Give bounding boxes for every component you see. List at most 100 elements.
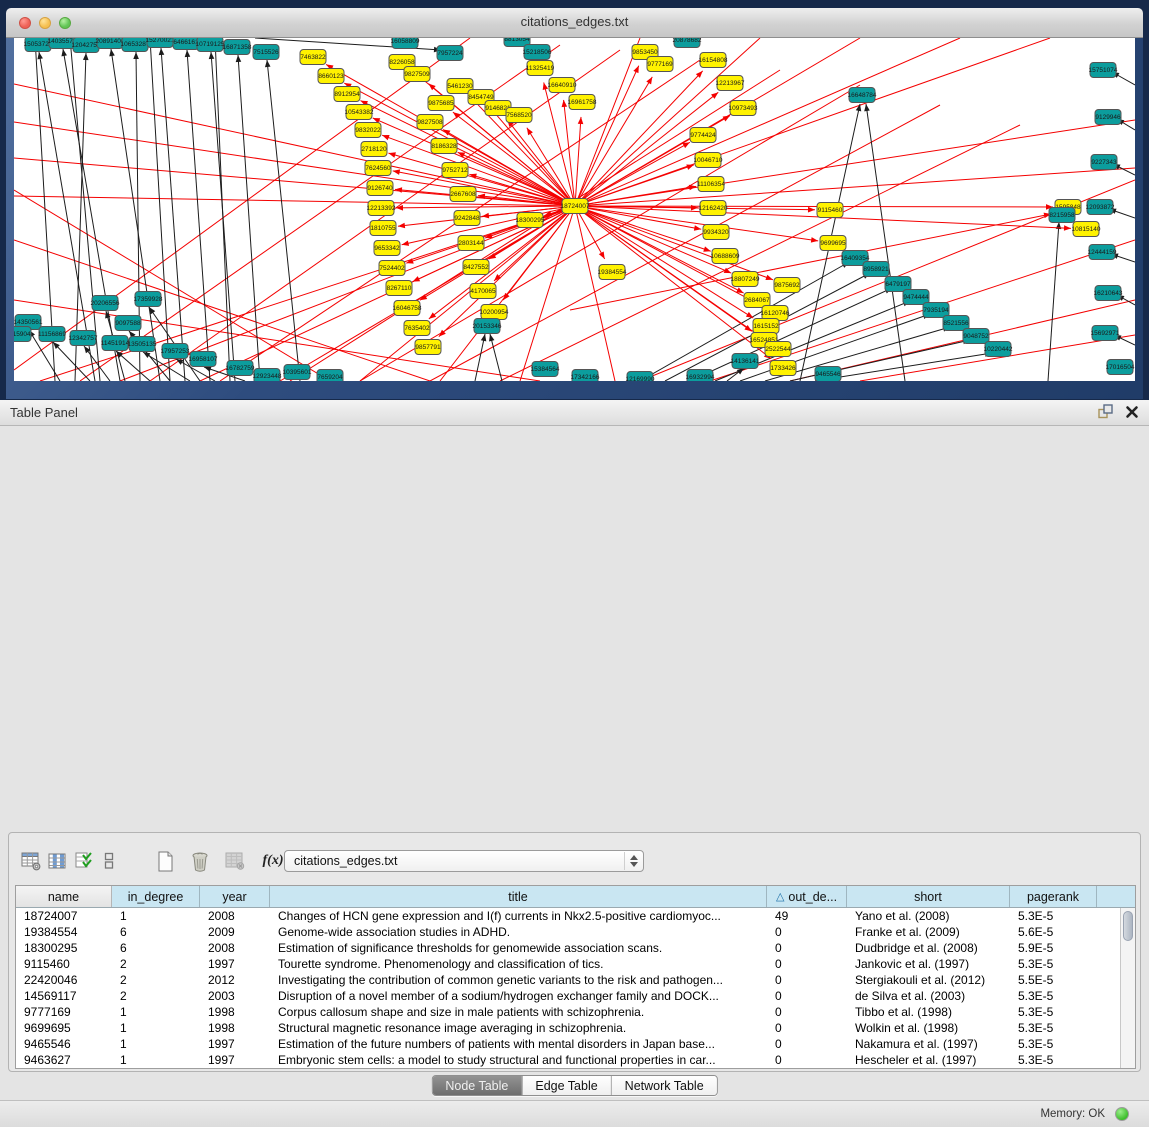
- graph-node-label: 20153346: [473, 323, 502, 330]
- edge-arrowhead-icon: [453, 112, 460, 118]
- column-header-out_de[interactable]: △out_de...: [767, 886, 847, 907]
- select-columns-button[interactable]: [72, 849, 96, 873]
- table-cell: 9465546: [16, 1036, 112, 1052]
- table-cell: 1: [112, 1020, 200, 1036]
- graph-node-label: 9242848: [454, 215, 480, 222]
- memory-ok-indicator[interactable]: [1115, 1107, 1129, 1121]
- graph-node-label: 1810755: [370, 225, 396, 232]
- column-header-short[interactable]: short: [847, 886, 1010, 907]
- float-panel-icon[interactable]: [1098, 404, 1113, 419]
- table-cell: 19384554: [16, 924, 112, 940]
- table-cell: 5.3E-5: [1010, 1020, 1097, 1036]
- graph-node-label: 15751074: [1089, 67, 1118, 74]
- function-builder-button[interactable]: f(x): [261, 849, 285, 873]
- graph-node-label: 16648784: [848, 92, 877, 99]
- graph-node-label: 20206556: [91, 300, 120, 307]
- edge-arrowhead-icon: [646, 77, 652, 84]
- table-cell: Tibbo et al. (1998): [847, 1004, 1010, 1020]
- graph-node-label: 2522544: [765, 346, 791, 353]
- edge-arrowhead-icon: [682, 142, 689, 148]
- graph-node-label: 16046758: [393, 305, 422, 312]
- graph-node-label: 7624560: [365, 165, 391, 172]
- graph-node-label: 9129946: [1095, 114, 1121, 121]
- table-row[interactable]: 911546021997Tourette syndrome. Phenomeno…: [16, 956, 1135, 972]
- table-cell: 9699695: [16, 1020, 112, 1036]
- delete-column-button[interactable]: [188, 849, 212, 873]
- graph-node-label: 12213392: [367, 205, 396, 212]
- column-header-filler: [1097, 886, 1135, 907]
- graph-node-label: 11156869: [38, 331, 66, 338]
- window-titlebar[interactable]: citations_edges.txt: [6, 8, 1143, 38]
- graph-node-label: 2803144: [458, 240, 484, 247]
- close-panel-icon[interactable]: [1125, 405, 1139, 419]
- column-header-in_degree[interactable]: in_degree: [112, 886, 200, 907]
- table-cell: Structural magnetic resonance image aver…: [270, 1020, 767, 1036]
- graph-node-label: 9827509: [404, 71, 430, 78]
- scrollbar-thumb[interactable]: [1123, 911, 1133, 941]
- table-cell: 1998: [200, 1004, 270, 1020]
- tab-network-table[interactable]: Network Table: [611, 1076, 717, 1095]
- table-row[interactable]: 1872400712008Changes of HCN gene express…: [16, 908, 1135, 924]
- graph-node-label: 9115460: [818, 207, 843, 214]
- column-header-year[interactable]: year: [200, 886, 270, 907]
- graph-node-label: 8186328: [431, 143, 457, 150]
- graph-node-label: 17359928: [134, 296, 163, 303]
- graph-node-label: 9699695: [820, 240, 846, 247]
- edge-arrowhead-icon: [562, 100, 568, 107]
- graph-node-label: 10200954: [480, 309, 509, 316]
- edge-arrowhead-icon: [686, 165, 694, 170]
- graph-node-label: 12169990: [626, 376, 655, 381]
- table-selector-value: citations_edges.txt: [294, 854, 398, 868]
- graph-edge: [161, 48, 185, 381]
- graph-node-label: 9777169: [647, 61, 673, 68]
- table-cell: 0: [767, 1020, 847, 1036]
- graph-node-label: 8660123: [318, 73, 344, 80]
- table-row[interactable]: 977716911998Corpus callosum shape and si…: [16, 1004, 1135, 1020]
- graph-node-label: 10395601: [283, 369, 312, 376]
- table-row[interactable]: 969969511998Structural magnetic resonanc…: [16, 1020, 1135, 1036]
- table-row[interactable]: 946362711997Embryonic stem cells: a mode…: [16, 1052, 1135, 1068]
- table-settings-button[interactable]: [19, 849, 43, 873]
- edge-arrowhead-icon: [633, 66, 638, 74]
- new-column-button[interactable]: [153, 849, 177, 873]
- graph-edge: [575, 38, 1050, 206]
- table-cell: 2009: [200, 924, 270, 940]
- graph-node-label: 8958921: [863, 266, 889, 273]
- table-type-tabs: Node Table Edge Table Network Table: [431, 1075, 717, 1096]
- status-bar: Memory: OK: [0, 1100, 1149, 1127]
- graph-node-label: 7659204: [317, 374, 343, 381]
- tab-edge-table[interactable]: Edge Table: [521, 1076, 610, 1095]
- table-row[interactable]: 2242004622012Investigating the contribut…: [16, 972, 1135, 988]
- table-cell: Disruption of a novel member of a sodium…: [270, 988, 767, 1004]
- graph-node-label: 16120746: [761, 310, 790, 317]
- table-cell: Changes of HCN gene expression and I(f) …: [270, 908, 767, 924]
- table-cell: 0: [767, 972, 847, 988]
- table-vertical-scrollbar[interactable]: [1120, 908, 1135, 1068]
- column-header-title[interactable]: title: [270, 886, 767, 907]
- table-row[interactable]: 1456911722003Disruption of a novel membe…: [16, 988, 1135, 1004]
- tab-node-table[interactable]: Node Table: [432, 1076, 521, 1095]
- graph-node-label: 15270021: [146, 38, 175, 44]
- table-cell: Corpus callosum shape and size in male p…: [270, 1004, 767, 1020]
- graph-node-label: 18724007: [561, 203, 590, 210]
- table-cell: 2003: [200, 988, 270, 1004]
- table-row[interactable]: 1830029562008Estimation of significance …: [16, 940, 1135, 956]
- table-selector-dropdown[interactable]: citations_edges.txt: [284, 850, 644, 872]
- graph-node-label: 11325419: [526, 65, 555, 72]
- row-height-button[interactable]: [97, 849, 121, 873]
- column-header-pagerank[interactable]: pagerank: [1010, 886, 1097, 907]
- graph-node-label: 12923448: [253, 373, 282, 380]
- column-header-name[interactable]: name: [16, 886, 112, 907]
- edge-arrowhead-icon: [429, 312, 436, 318]
- graph-edge: [396, 206, 575, 208]
- show-columns-button[interactable]: [45, 849, 69, 873]
- graph-edge: [866, 104, 905, 381]
- network-canvas[interactable]: 1872400774638228660123891295410543382983…: [14, 38, 1135, 381]
- table-cell: 1997: [200, 956, 270, 972]
- edge-arrowhead-icon: [398, 223, 405, 229]
- table-row[interactable]: 946554611997Estimation of the future num…: [16, 1036, 1135, 1052]
- table-cell: Yano et al. (2008): [847, 908, 1010, 924]
- table-row[interactable]: 1938455462009Genome-wide association stu…: [16, 924, 1135, 940]
- graph-node-label: 16154808: [699, 57, 728, 64]
- table-cell: Estimation of significance thresholds fo…: [270, 940, 767, 956]
